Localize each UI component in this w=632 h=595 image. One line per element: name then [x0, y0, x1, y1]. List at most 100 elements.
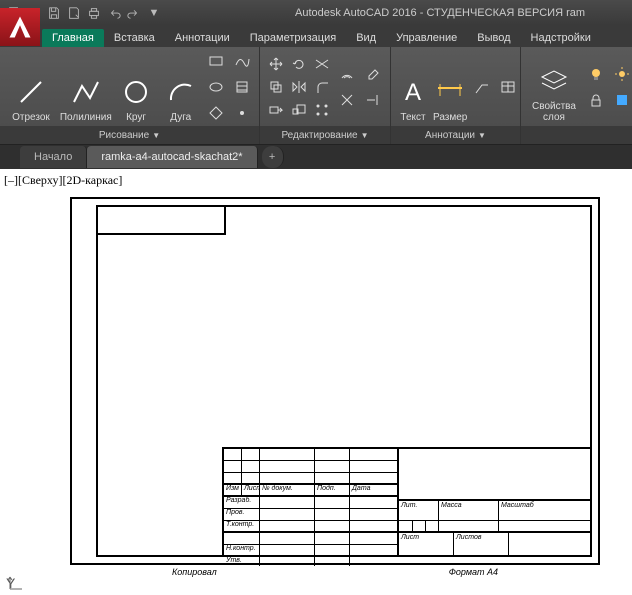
- stretch-icon[interactable]: [266, 100, 286, 120]
- layer-label: Свойства слоя: [527, 101, 581, 123]
- arc-label: Дуга: [170, 112, 191, 123]
- panel-title-draw[interactable]: Рисование▼: [0, 126, 259, 144]
- panel-title-modify[interactable]: Редактирование▼: [260, 126, 390, 144]
- sheet-footer: Копировал Формат A4: [72, 567, 598, 577]
- dimension-label: Размер: [433, 112, 467, 123]
- title-bar: ▼ Autodesk AutoCAD 2016 - СТУДЕНЧЕСКАЯ В…: [0, 0, 632, 25]
- polygon-icon[interactable]: [205, 102, 227, 124]
- footer-format: Формат A4: [449, 567, 498, 577]
- line-button[interactable]: Отрезок: [6, 51, 56, 123]
- panel-title-layers[interactable]: [521, 126, 632, 144]
- layer-properties-button[interactable]: Свойства слоя: [527, 51, 581, 123]
- text-icon: A: [397, 76, 429, 108]
- point-icon[interactable]: [231, 102, 253, 124]
- circle-label: Круг: [126, 112, 146, 123]
- doctab-new[interactable]: +: [262, 146, 284, 168]
- tb-mass: Масса: [439, 501, 499, 520]
- line-label: Отрезок: [12, 112, 50, 123]
- modify-grid: [266, 54, 332, 120]
- tab-addins[interactable]: Надстройки: [521, 29, 601, 47]
- dimension-icon: [434, 76, 466, 108]
- polyline-button[interactable]: Полилиния: [60, 51, 112, 123]
- tab-home[interactable]: Главная: [42, 29, 104, 47]
- app-menu-button[interactable]: [0, 8, 40, 46]
- tb-utv: Утв.: [224, 557, 260, 566]
- tab-insert[interactable]: Вставка: [104, 29, 165, 47]
- annot-extra: [471, 76, 519, 98]
- polyline-label: Полилиния: [60, 112, 112, 123]
- scale-icon[interactable]: [289, 100, 309, 120]
- window-title: Autodesk AutoCAD 2016 - СТУДЕНЧЕСКАЯ ВЕР…: [168, 7, 632, 19]
- ellipse-icon[interactable]: [205, 76, 227, 98]
- tab-view[interactable]: Вид: [346, 29, 386, 47]
- hatch-icon[interactable]: [231, 76, 253, 98]
- text-button[interactable]: A Текст: [397, 51, 429, 123]
- circle-icon: [120, 76, 152, 108]
- sun-icon[interactable]: [611, 63, 632, 85]
- trim-icon[interactable]: [312, 54, 332, 74]
- svg-text:A: A: [405, 79, 421, 106]
- doctab-active[interactable]: ramka-a4-autocad-skachat2*: [87, 146, 257, 168]
- tab-parametric[interactable]: Параметризация: [240, 29, 346, 47]
- move-icon[interactable]: [266, 54, 286, 74]
- lock-icon[interactable]: [585, 89, 607, 111]
- circle-button[interactable]: Круг: [116, 51, 157, 123]
- arc-button[interactable]: Дуга: [160, 51, 201, 123]
- tab-manage[interactable]: Управление: [386, 29, 467, 47]
- tb-izm: Изм: [224, 485, 242, 495]
- tab-annotate[interactable]: Аннотации: [165, 29, 240, 47]
- rectangle-icon[interactable]: [205, 50, 227, 72]
- tb-docnum: № докум.: [260, 485, 315, 495]
- extend-icon[interactable]: [362, 89, 384, 111]
- polyline-icon: [70, 76, 102, 108]
- array-icon[interactable]: [312, 100, 332, 120]
- table-icon[interactable]: [497, 76, 519, 98]
- tab-output[interactable]: Вывод: [467, 29, 520, 47]
- title-block: ИзмЛист№ докум.Подп.Дата Разраб. Пров. Т…: [222, 447, 592, 557]
- save-icon[interactable]: [46, 5, 62, 21]
- saveas-icon[interactable]: [66, 5, 82, 21]
- document-tabs: Начало ramka-a4-autocad-skachat2* +: [0, 145, 632, 169]
- chevron-down-icon: ▼: [152, 131, 160, 140]
- mirror-icon[interactable]: [289, 77, 309, 97]
- panel-title-annot[interactable]: Аннотации▼: [391, 126, 520, 144]
- modify-extra-grid: [336, 63, 384, 111]
- drawing-canvas[interactable]: [–][Сверху][2D-каркас] ИзмЛист№ докум.По…: [0, 169, 632, 595]
- layer-extra: [585, 63, 632, 111]
- offset-icon[interactable]: [336, 63, 358, 85]
- lightbulb-icon[interactable]: [585, 63, 607, 85]
- viewport-label[interactable]: [–][Сверху][2D-каркас]: [4, 173, 122, 188]
- tb-date: Дата: [350, 485, 399, 495]
- ucs-icon[interactable]: Y: [6, 575, 15, 591]
- tb-sheet: Лист: [399, 533, 454, 557]
- arc-icon: [165, 76, 197, 108]
- drawing-frame: ИзмЛист№ докум.Подп.Дата Разраб. Пров. Т…: [96, 205, 592, 557]
- ribbon-tabs: Главная Вставка Аннотации Параметризация…: [0, 25, 632, 47]
- fillet-icon[interactable]: [312, 77, 332, 97]
- explode-icon[interactable]: [336, 89, 358, 111]
- drawing-sheet: ИзмЛист№ докум.Подп.Дата Разраб. Пров. Т…: [70, 197, 600, 565]
- dimension-button[interactable]: Размер: [433, 51, 467, 123]
- tb-scale: Масштаб: [499, 501, 590, 520]
- print-icon[interactable]: [86, 5, 102, 21]
- footer-copied: Копировал: [172, 567, 217, 577]
- line-icon: [15, 76, 47, 108]
- leader-icon[interactable]: [471, 76, 493, 98]
- doctab-start[interactable]: Начало: [20, 146, 87, 168]
- erase-icon[interactable]: [362, 63, 384, 85]
- draw-flyout-grid: [205, 50, 253, 124]
- color-icon[interactable]: [611, 89, 632, 111]
- qat-dropdown-icon[interactable]: ▼: [146, 5, 162, 21]
- tb-lit: Лит.: [399, 501, 439, 520]
- chevron-down-icon: ▼: [478, 131, 486, 140]
- tb-sign: Подп.: [315, 485, 350, 495]
- tb-prov: Пров.: [224, 509, 260, 520]
- spline-icon[interactable]: [231, 50, 253, 72]
- tb-list: Лист: [242, 485, 260, 495]
- redo-icon[interactable]: [126, 5, 142, 21]
- undo-icon[interactable]: [106, 5, 122, 21]
- tb-org: [509, 533, 590, 557]
- binding-field: [96, 205, 226, 235]
- copy-icon[interactable]: [266, 77, 286, 97]
- rotate-icon[interactable]: [289, 54, 309, 74]
